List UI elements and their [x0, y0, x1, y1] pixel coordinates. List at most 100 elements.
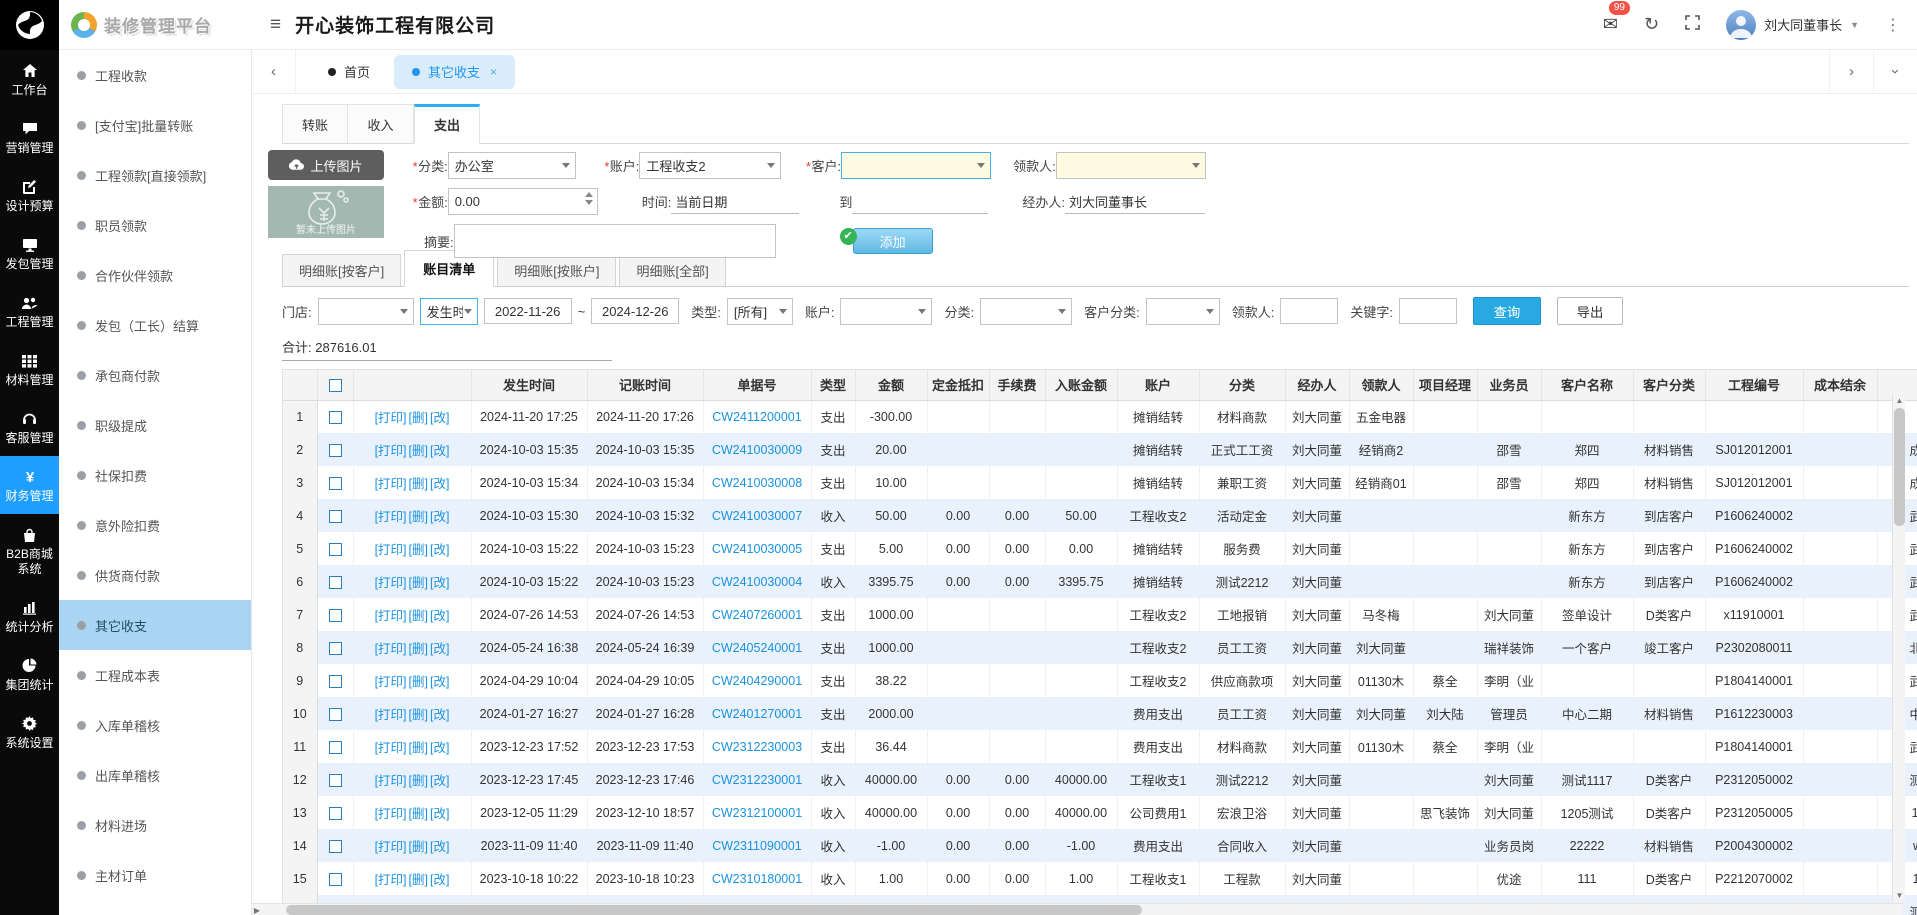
scroll-up-icon[interactable]: ▲ — [1893, 396, 1906, 405]
sidebar-item-供货商付款[interactable]: 供货商付款 — [59, 550, 251, 600]
sidebar-item-工程收款[interactable]: 工程收款 — [59, 50, 251, 100]
cell-单据号[interactable]: CW2312230003 — [703, 730, 811, 763]
action-link[interactable]: [打印] — [375, 543, 407, 557]
sidebar-item-承包商付款[interactable]: 承包商付款 — [59, 350, 251, 400]
action-link[interactable]: [打印] — [375, 576, 407, 590]
date-from-input[interactable]: 2022-11-26 — [484, 298, 572, 324]
action-link[interactable]: [打印] — [375, 477, 407, 491]
row-checkbox[interactable] — [329, 741, 342, 754]
row-checkbox[interactable] — [329, 675, 342, 688]
action-link[interactable]: [打印] — [375, 642, 407, 656]
tabs-list-button[interactable]: › — [1873, 50, 1917, 93]
ledger-tab-明细账[按客户][interactable]: 明细账[按客户] — [282, 254, 401, 286]
action-link[interactable]: [改] — [430, 609, 449, 623]
action-link[interactable]: [删] — [409, 642, 428, 656]
menu-toggle-icon[interactable]: ≡ — [270, 14, 281, 36]
sidebar-item-合作伙伴领款[interactable]: 合作伙伴领款 — [59, 250, 251, 300]
close-icon[interactable]: × — [490, 65, 497, 79]
action-link[interactable]: [删] — [409, 807, 428, 821]
action-link[interactable]: [改] — [430, 774, 449, 788]
account-filter-select[interactable] — [840, 298, 932, 325]
cell-单据号[interactable]: CW2312100001 — [703, 796, 811, 829]
row-checkbox[interactable] — [329, 708, 342, 721]
more-options-icon[interactable]: ⋮ — [1885, 15, 1901, 35]
action-link[interactable]: [删] — [409, 510, 428, 524]
tabs-scroll-left-button[interactable]: ‹ — [252, 50, 296, 93]
operator-input[interactable]: 刘大同董事长 — [1065, 190, 1205, 214]
action-link[interactable]: [改] — [430, 708, 449, 722]
query-button[interactable]: 查询 — [1473, 297, 1541, 325]
vertical-scroll-thumb[interactable] — [1894, 408, 1905, 526]
action-link[interactable]: [删] — [409, 576, 428, 590]
messages-button[interactable]: 99 ✉ — [1603, 14, 1618, 35]
row-checkbox[interactable] — [329, 543, 342, 556]
action-link[interactable]: [删] — [409, 444, 428, 458]
payee-select[interactable] — [1056, 152, 1206, 179]
action-link[interactable]: [改] — [430, 477, 449, 491]
action-link[interactable]: [删] — [409, 873, 428, 887]
action-link[interactable]: [打印] — [375, 741, 407, 755]
cell-单据号[interactable]: CW2404290001 — [703, 664, 811, 697]
add-button[interactable]: 添加 — [853, 228, 933, 254]
action-link[interactable]: [改] — [430, 543, 449, 557]
rail-item-B2B商城系统[interactable]: B2B商城系统 — [0, 514, 59, 587]
upload-image-button[interactable]: 上传图片 — [268, 150, 384, 180]
ledger-tab-明细账[全部][interactable]: 明细账[全部] — [619, 254, 725, 286]
keyword-input[interactable] — [1399, 298, 1457, 324]
cell-单据号[interactable]: CW2312230001 — [703, 763, 811, 796]
action-link[interactable]: [删] — [409, 741, 428, 755]
rail-item-客服管理[interactable]: 客服管理 — [0, 398, 59, 456]
spinner-arrows-icon[interactable] — [585, 192, 593, 205]
horizontal-scroll-thumb[interactable] — [286, 905, 1142, 915]
action-link[interactable]: [改] — [430, 642, 449, 656]
row-checkbox[interactable] — [329, 774, 342, 787]
scroll-right-icon[interactable]: ▶ — [252, 906, 262, 915]
rail-item-材料管理[interactable]: 材料管理 — [0, 340, 59, 398]
date-to-input[interactable]: 2024-12-26 — [591, 298, 679, 324]
action-link[interactable]: [打印] — [375, 807, 407, 821]
rail-item-财务管理[interactable]: ¥财务管理 — [0, 456, 59, 514]
sidebar-item-其它收支[interactable]: 其它收支 — [59, 600, 251, 650]
sidebar-item-入库单稽核[interactable]: 入库单稽核 — [59, 700, 251, 750]
action-link[interactable]: [删] — [409, 840, 428, 854]
action-link[interactable]: [删] — [409, 543, 428, 557]
action-link[interactable]: [删] — [409, 708, 428, 722]
action-link[interactable]: [删] — [409, 675, 428, 689]
refresh-icon[interactable]: ↻ — [1644, 14, 1659, 35]
sidebar-item-出库单稽核[interactable]: 出库单稽核 — [59, 750, 251, 800]
row-checkbox[interactable] — [329, 411, 342, 424]
action-link[interactable]: [删] — [409, 477, 428, 491]
sidebar-item-财务报表[interactable]: 财务报表 — [59, 900, 251, 915]
scroll-down-icon[interactable]: ▼ — [1893, 891, 1906, 900]
action-link[interactable]: [改] — [430, 444, 449, 458]
sidebar-item-职级提成[interactable]: 职级提成 — [59, 400, 251, 450]
action-link[interactable]: [改] — [430, 873, 449, 887]
action-link[interactable]: [改] — [430, 840, 449, 854]
fullscreen-icon[interactable] — [1685, 14, 1700, 35]
tab-首页[interactable]: 首页 — [310, 55, 388, 89]
rail-item-工程管理[interactable]: 工程管理 — [0, 282, 59, 340]
row-checkbox[interactable] — [329, 642, 342, 655]
action-link[interactable]: [改] — [430, 510, 449, 524]
cell-单据号[interactable]: CW2410030005 — [703, 532, 811, 565]
cell-单据号[interactable]: CW2410030007 — [703, 499, 811, 532]
row-checkbox[interactable] — [329, 873, 342, 886]
rail-item-工作台[interactable]: 工作台 — [0, 50, 59, 108]
account-select[interactable]: 工程收支2 — [639, 152, 781, 179]
tab-其它收支[interactable]: 其它收支× — [394, 55, 515, 89]
row-checkbox[interactable] — [329, 807, 342, 820]
date-field-select[interactable]: 发生时 — [420, 298, 478, 325]
cell-单据号[interactable]: CW2410030008 — [703, 466, 811, 499]
app-logo[interactable] — [0, 0, 59, 50]
category-select[interactable]: 办公室 — [448, 152, 576, 179]
entry-tab-收入[interactable]: 收入 — [348, 104, 414, 143]
action-link[interactable]: [改] — [430, 675, 449, 689]
rail-item-集团统计[interactable]: 集团统计 — [0, 645, 59, 703]
time-input[interactable]: 当前日期 — [671, 190, 799, 214]
row-checkbox[interactable] — [329, 444, 342, 457]
action-link[interactable]: [打印] — [375, 840, 407, 854]
select-all-checkbox[interactable] — [329, 379, 342, 392]
rail-item-设计预算[interactable]: 设计预算 — [0, 166, 59, 224]
tabs-scroll-right-button[interactable]: › — [1829, 50, 1873, 93]
row-checkbox[interactable] — [329, 477, 342, 490]
